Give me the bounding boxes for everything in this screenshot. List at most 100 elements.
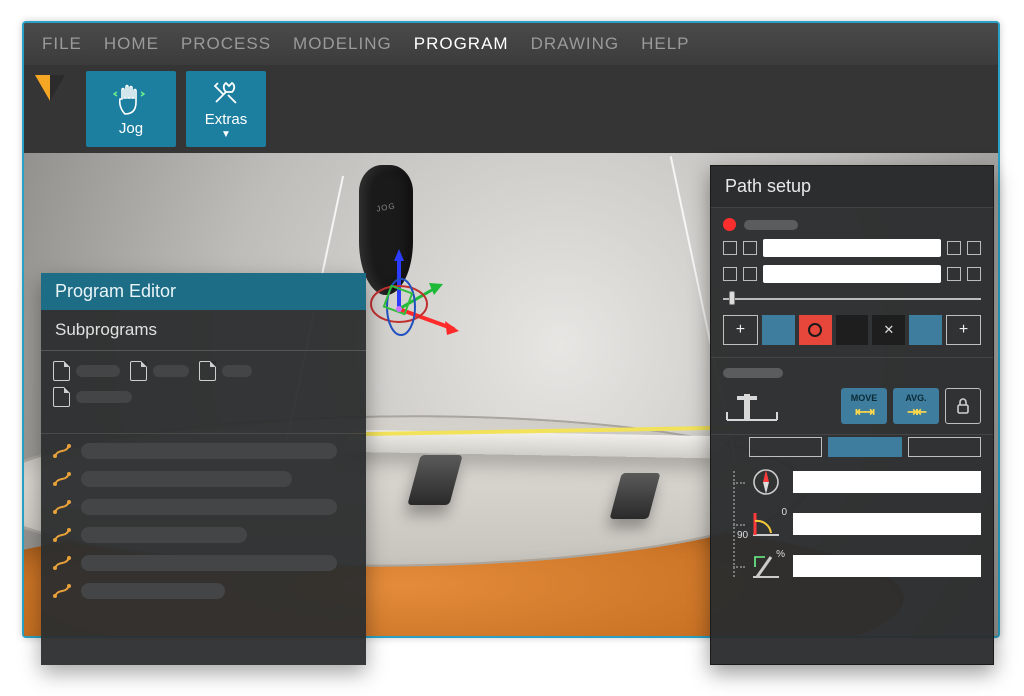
option-checkbox[interactable] (947, 241, 961, 255)
menu-modeling[interactable]: MODELING (293, 34, 392, 54)
path-setup-panel[interactable]: Path setup (710, 165, 994, 665)
path-list (41, 433, 366, 612)
program-editor-panel[interactable]: Program Editor Subprograms (41, 273, 366, 665)
file-icon (53, 361, 70, 381)
add-after-button[interactable] (946, 315, 981, 345)
section-label (723, 368, 783, 378)
path-list-item[interactable] (53, 470, 354, 488)
move-mode-button[interactable]: MOVE ⇤⇥ (841, 388, 887, 424)
file-label (222, 365, 252, 377)
subprogram-file[interactable] (53, 387, 354, 407)
move-arrows-icon: ⇤⇥ (855, 404, 873, 420)
tilt-90-label: 90 (737, 530, 748, 541)
option-checkbox[interactable] (723, 241, 737, 255)
param-row-tilt: 0 90 (749, 509, 981, 539)
option-checkbox[interactable] (967, 241, 981, 255)
color-swatch-blue[interactable] (762, 315, 795, 345)
field-input[interactable] (763, 239, 941, 257)
path-list-item[interactable] (53, 582, 354, 600)
percent-label: % (776, 549, 785, 560)
file-label (76, 391, 132, 403)
torch-orientation-icon (723, 388, 781, 428)
ribbon-toolbar: Jog Extras ▼ (24, 65, 998, 153)
subprogram-file[interactable] (53, 361, 120, 381)
program-editor-title: Program Editor (41, 273, 366, 310)
tilt-field[interactable] (793, 513, 981, 535)
delete-button[interactable] (872, 315, 905, 345)
direction-field[interactable] (793, 471, 981, 493)
subprogram-file-grid (41, 359, 366, 415)
option-checkbox[interactable] (723, 267, 737, 281)
color-swatch-blue-2[interactable] (909, 315, 942, 345)
path-list-item[interactable] (53, 526, 354, 544)
menu-process[interactable]: PROCESS (181, 34, 271, 54)
jog-hand-icon (113, 82, 149, 116)
path-list-item[interactable] (53, 498, 354, 516)
slider[interactable] (723, 291, 981, 305)
path-setup-params: 0 90 % (711, 435, 993, 605)
menu-home[interactable]: HOME (104, 34, 159, 54)
file-label (153, 365, 189, 377)
app-logo-icon (30, 71, 70, 147)
jog-label: Jog (119, 120, 143, 137)
segment-option[interactable] (908, 437, 981, 457)
path-setup-top-section (711, 208, 993, 358)
file-icon (53, 387, 70, 407)
path-item-label (81, 443, 337, 459)
file-icon (130, 361, 147, 381)
path-setup-title: Path setup (711, 166, 993, 208)
path-item-label (81, 527, 247, 543)
param-row-direction (749, 467, 981, 497)
lock-button[interactable] (945, 388, 981, 424)
menu-help[interactable]: HELP (641, 34, 689, 54)
slider-track (723, 298, 981, 300)
path-icon (53, 442, 71, 460)
menu-program[interactable]: PROGRAM (414, 34, 509, 54)
path-icon (53, 582, 71, 600)
compass-direction-icon (749, 467, 783, 497)
path-item-label (81, 499, 337, 515)
record-label (744, 220, 798, 230)
subprogram-file[interactable] (199, 361, 252, 381)
segment-option[interactable] (749, 437, 822, 457)
param-row-percent: % (749, 551, 981, 581)
field-input[interactable] (763, 265, 941, 283)
lean-percent-icon: % (749, 551, 783, 581)
path-icon (53, 554, 71, 572)
avg-arrows-icon: ⇥⇤ (907, 404, 925, 420)
option-checkbox[interactable] (743, 241, 757, 255)
avg-mode-label: AVG. (905, 393, 926, 403)
option-checkbox[interactable] (947, 267, 961, 281)
add-before-button[interactable] (723, 315, 758, 345)
path-item-label (81, 471, 292, 487)
extras-dropdown-caret-icon: ▼ (221, 130, 231, 140)
move-mode-label: MOVE (851, 393, 878, 403)
extras-button[interactable]: Extras ▼ (186, 71, 266, 147)
path-icon (53, 470, 71, 488)
record-indicator-icon (723, 218, 736, 231)
menu-file[interactable]: FILE (42, 34, 82, 54)
file-icon (199, 361, 216, 381)
slider-thumb[interactable] (729, 291, 735, 305)
program-editor-section-label: Subprograms (41, 310, 366, 346)
menu-drawing[interactable]: DRAWING (531, 34, 620, 54)
option-checkbox[interactable] (743, 267, 757, 281)
path-icon (53, 526, 71, 544)
color-swatch-black[interactable] (836, 315, 869, 345)
path-icon (53, 498, 71, 516)
divider (41, 350, 366, 351)
option-checkbox[interactable] (967, 267, 981, 281)
avg-mode-button[interactable]: AVG. ⇥⇤ (893, 388, 939, 424)
color-swatch-red[interactable] (799, 315, 832, 345)
tcp-gizmo-icon[interactable] (359, 249, 479, 369)
extras-label: Extras (205, 111, 248, 128)
tilt-0-label: 0 (781, 507, 787, 518)
jog-button[interactable]: Jog (86, 71, 176, 147)
percent-field[interactable] (793, 555, 981, 577)
path-item-label (81, 555, 337, 571)
path-list-item[interactable] (53, 442, 354, 460)
subprogram-file[interactable] (130, 361, 189, 381)
lock-icon (954, 397, 972, 415)
path-list-item[interactable] (53, 554, 354, 572)
segment-option-selected[interactable] (828, 437, 901, 457)
